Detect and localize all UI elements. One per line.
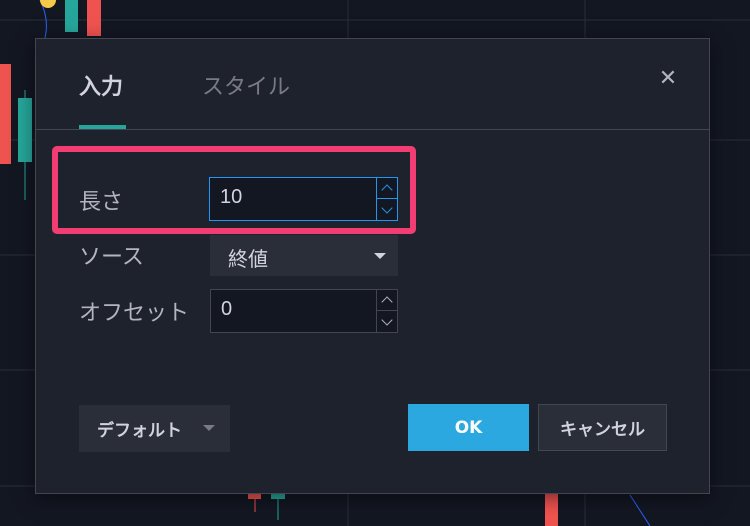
tab-style[interactable]: スタイル — [202, 69, 290, 101]
tab-inputs[interactable]: 入力 — [79, 69, 123, 101]
chevron-down-icon — [381, 201, 393, 214]
candle — [87, 0, 101, 36]
caret-down-icon — [374, 253, 386, 259]
caret-down-icon — [203, 425, 215, 431]
tab-bar: 入力 スタイル ✕ — [36, 39, 709, 130]
chevron-up-icon — [381, 184, 393, 196]
close-icon[interactable]: ✕ — [656, 67, 680, 91]
candle — [65, 0, 78, 32]
length-increment-button[interactable] — [377, 178, 397, 199]
offset-increment-button[interactable] — [377, 290, 397, 311]
indicator-settings-dialog: 入力 スタイル ✕ 長さ 10 ソース 終値 オフセット 0 デフォルト OK … — [35, 38, 710, 494]
offset-stepper — [376, 290, 397, 332]
ok-button[interactable]: OK — [408, 404, 529, 451]
chevron-down-icon — [381, 313, 393, 326]
length-decrement-button[interactable] — [377, 199, 397, 220]
length-label: 長さ — [79, 190, 124, 215]
source-value: 終値 — [228, 247, 268, 271]
offset-value: 0 — [221, 298, 233, 320]
defaults-label: デフォルト — [97, 421, 182, 441]
length-input[interactable]: 10 — [209, 177, 398, 221]
offset-input[interactable]: 0 — [210, 289, 398, 333]
length-stepper — [376, 178, 397, 220]
offset-decrement-button[interactable] — [377, 311, 397, 332]
active-tab-indicator — [79, 125, 126, 129]
defaults-button[interactable]: デフォルト — [79, 405, 230, 452]
candle — [0, 64, 11, 164]
chevron-up-icon — [381, 296, 393, 308]
length-value: 10 — [220, 186, 243, 208]
cancel-button[interactable]: キャンセル — [538, 404, 667, 451]
source-label: ソース — [79, 245, 144, 270]
offset-label: オフセット — [79, 301, 190, 326]
candle — [545, 494, 558, 526]
source-select[interactable]: 終値 — [210, 235, 398, 276]
